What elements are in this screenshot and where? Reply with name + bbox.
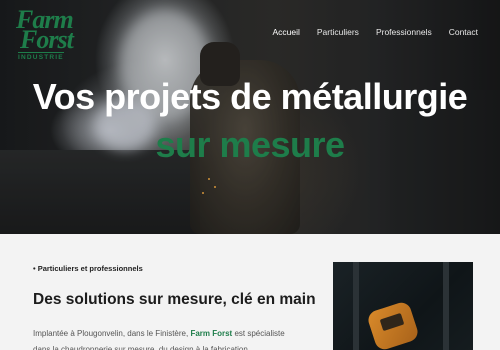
brand-logo-line2: Forst bbox=[20, 25, 74, 54]
hero-subtitle: sur mesure bbox=[155, 124, 345, 165]
hero-banner: Farm Forst INDUSTRIE Accueil Particulier… bbox=[0, 0, 500, 234]
nav-item-professionnels[interactable]: Professionnels bbox=[376, 27, 432, 37]
intro-para-before: Implantée à Plougonvelin, dans le Finist… bbox=[33, 329, 191, 338]
nav-item-accueil[interactable]: Accueil bbox=[272, 27, 299, 37]
hero-title: Vos projets de métallurgie bbox=[32, 76, 468, 117]
intro-para-brand: Farm Forst bbox=[190, 329, 233, 338]
brand-logo-subtitle: INDUSTRIE bbox=[18, 52, 64, 61]
nav-item-contact[interactable]: Contact bbox=[449, 27, 478, 37]
intro-heading: Des solutions sur mesure, clé en main bbox=[33, 291, 316, 308]
photo-pipe bbox=[443, 262, 449, 350]
nav-item-particuliers[interactable]: Particuliers bbox=[317, 27, 359, 37]
intro-photo bbox=[333, 262, 473, 350]
intro-tag: • Particuliers et professionnels bbox=[33, 264, 143, 273]
intro-paragraph: Implantée à Plougonvelin, dans le Finist… bbox=[33, 326, 303, 350]
main-nav: Accueil Particuliers Professionnels Cont… bbox=[272, 27, 478, 37]
brand-logo[interactable]: Farm Forst INDUSTRIE bbox=[12, 7, 96, 62]
page: Farm Forst INDUSTRIE Accueil Particulier… bbox=[0, 0, 500, 350]
photo-pipe bbox=[353, 262, 359, 350]
